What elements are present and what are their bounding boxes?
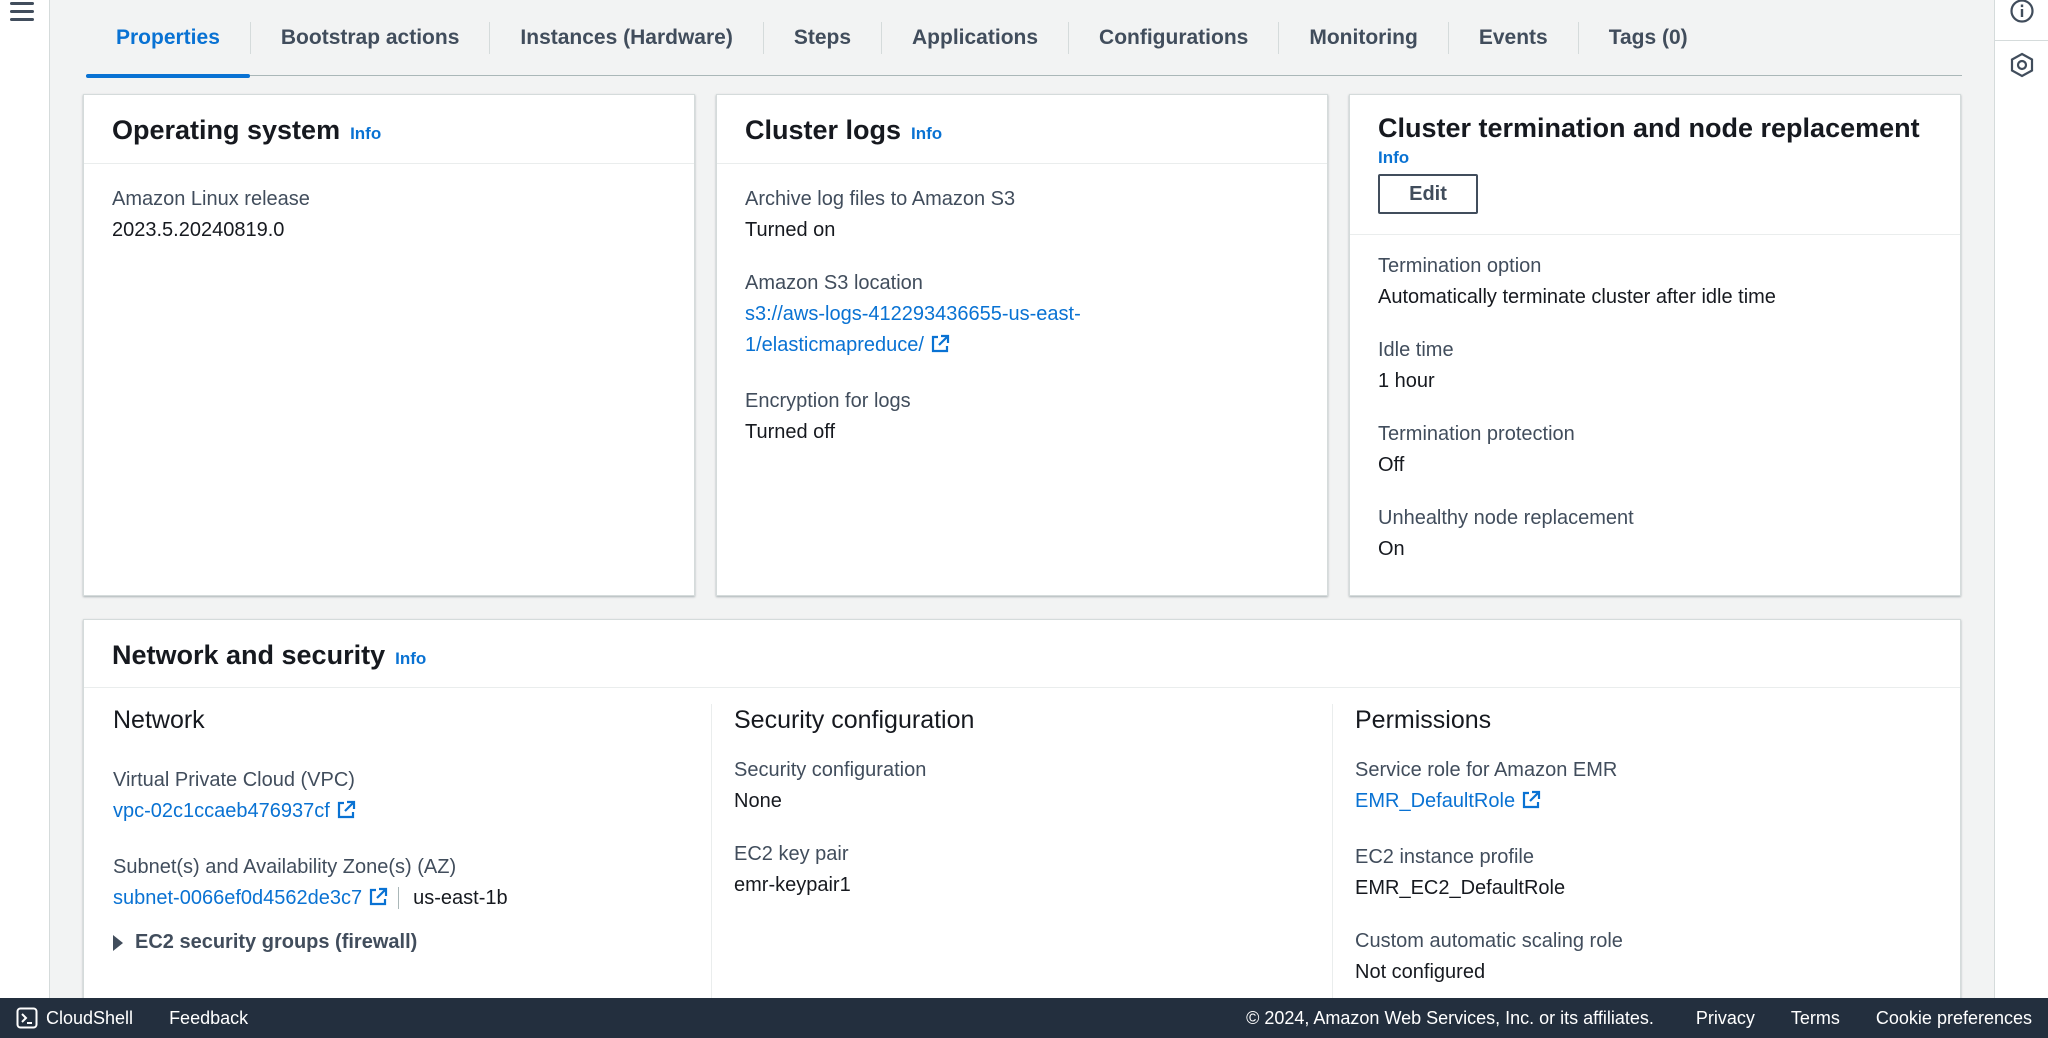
termination-protection-value: Off xyxy=(1378,454,1405,476)
service-role-label: Service role for Amazon EMR xyxy=(1355,759,1618,781)
privacy-link[interactable]: Privacy xyxy=(1696,1008,1755,1029)
tab-events[interactable]: Events xyxy=(1449,0,1578,76)
tab-applications[interactable]: Applications xyxy=(882,0,1068,76)
tab-tags[interactable]: Tags (0) xyxy=(1579,0,1718,76)
cloudshell-label[interactable]: CloudShell xyxy=(46,1008,133,1029)
tools-divider xyxy=(1995,40,2048,41)
security-config-label: Security configuration xyxy=(734,759,927,781)
subnet-label: Subnet(s) and Availability Zone(s) (AZ) xyxy=(113,856,457,878)
security-column: Security configuration Security configur… xyxy=(734,706,1314,923)
cookie-preferences-link[interactable]: Cookie preferences xyxy=(1876,1008,2032,1029)
security-groups-expander[interactable]: EC2 security groups (firewall) xyxy=(113,931,693,954)
s3-location-line2[interactable]: 1/elasticmapreduce/ xyxy=(745,334,924,356)
subnet-link[interactable]: subnet-0066ef0d4562de3c7 xyxy=(113,887,362,909)
info-link[interactable]: Info xyxy=(1378,148,1932,168)
tab-instances[interactable]: Instances (Hardware) xyxy=(490,0,762,76)
encryption-value: Turned off xyxy=(745,421,836,443)
key-pair-value: emr-keypair1 xyxy=(734,874,851,896)
help-panel-icon[interactable] xyxy=(2009,52,2035,78)
permissions-column: Permissions Service role for Amazon EMR … xyxy=(1355,706,1935,1010)
panel-body: Archive log files to Amazon S3 Turned on… xyxy=(717,164,1327,490)
external-link-icon[interactable] xyxy=(336,799,356,830)
console-footer: CloudShell Feedback © 2024, Amazon Web S… xyxy=(0,998,2048,1038)
cluster-termination-panel: Cluster termination and node replacement… xyxy=(1349,94,1961,596)
s3-location-line1[interactable]: s3://aws-logs-412293436655-us-east- xyxy=(745,303,1081,325)
cloudshell-icon xyxy=(16,1007,38,1029)
tab-properties[interactable]: Properties xyxy=(86,0,250,78)
panel-header: Cluster logs Info xyxy=(717,95,1327,164)
info-link[interactable]: Info xyxy=(395,649,426,668)
idle-time-value: 1 hour xyxy=(1378,370,1435,392)
menu-icon[interactable] xyxy=(10,2,34,22)
feedback-link[interactable]: Feedback xyxy=(169,1008,248,1029)
release-label: Amazon Linux release xyxy=(112,188,310,210)
archive-value: Turned on xyxy=(745,219,836,241)
panel-header: Network and security Info xyxy=(84,620,1960,688)
panel-title: Network and security xyxy=(112,640,386,670)
tab-bar: Properties Bootstrap actions Instances (… xyxy=(86,0,1962,78)
operating-system-panel: Operating system Info Amazon Linux releas… xyxy=(83,94,695,596)
network-heading: Network xyxy=(113,706,205,734)
tab-monitoring[interactable]: Monitoring xyxy=(1279,0,1447,76)
idle-time-label: Idle time xyxy=(1378,339,1454,361)
edit-button[interactable]: Edit xyxy=(1378,174,1478,214)
tab-configurations[interactable]: Configurations xyxy=(1069,0,1278,76)
permissions-heading: Permissions xyxy=(1355,706,1492,734)
scaling-role-label: Custom automatic scaling role xyxy=(1355,930,1623,952)
termination-option-value: Automatically terminate cluster after id… xyxy=(1378,286,1776,308)
security-config-value: None xyxy=(734,790,782,812)
vpc-label: Virtual Private Cloud (VPC) xyxy=(113,769,355,791)
security-groups-label[interactable]: EC2 security groups (firewall) xyxy=(135,931,417,954)
release-value: 2023.5.20240819.0 xyxy=(112,219,285,241)
network-security-panel: Network and security Info Network Virtual… xyxy=(83,619,1961,1038)
availability-zone: us-east-1b xyxy=(398,887,508,909)
terms-link[interactable]: Terms xyxy=(1791,1008,1840,1029)
security-heading: Security configuration xyxy=(734,706,975,734)
column-divider xyxy=(1332,704,1333,1034)
s3-location-link[interactable]: s3://aws-logs-412293436655-us-east- 1/el… xyxy=(745,299,1299,364)
service-role-link[interactable]: EMR_DefaultRole xyxy=(1355,790,1515,812)
panel-header: Cluster termination and node replacement… xyxy=(1350,95,1960,235)
panel-title: Cluster logs xyxy=(745,115,902,145)
termination-option-label: Termination option xyxy=(1378,255,1542,277)
right-tools-strip xyxy=(1994,0,2048,998)
tab-steps[interactable]: Steps xyxy=(764,0,881,76)
cloudshell-button[interactable]: CloudShell xyxy=(16,1007,133,1029)
vpc-link[interactable]: vpc-02c1ccaeb476937cf xyxy=(113,800,330,822)
archive-label: Archive log files to Amazon S3 xyxy=(745,188,1016,210)
panel-header: Operating system Info xyxy=(84,95,694,164)
column-divider xyxy=(711,704,712,1034)
main-content: Properties Bootstrap actions Instances (… xyxy=(50,0,1994,1038)
caret-right-icon xyxy=(113,934,123,951)
panel-title: Operating system xyxy=(112,115,341,145)
cluster-logs-panel: Cluster logs Info Archive log files to Am… xyxy=(716,94,1328,596)
unhealthy-node-label: Unhealthy node replacement xyxy=(1378,507,1634,529)
external-link-icon[interactable] xyxy=(930,333,950,364)
panel-body: Amazon Linux release 2023.5.20240819.0 xyxy=(84,164,694,288)
key-pair-label: EC2 key pair xyxy=(734,843,849,865)
left-nav-strip xyxy=(0,0,50,998)
panel-title: Cluster termination and node replacement xyxy=(1378,113,1920,143)
external-link-icon[interactable] xyxy=(1521,789,1541,820)
network-column: Network Virtual Private Cloud (VPC) vpc-… xyxy=(113,706,693,954)
instance-profile-value: EMR_EC2_DefaultRole xyxy=(1355,877,1566,899)
termination-protection-label: Termination protection xyxy=(1378,423,1575,445)
info-icon[interactable] xyxy=(2009,0,2035,24)
panel-body: Termination option Automatically termina… xyxy=(1350,235,1960,607)
info-link[interactable]: Info xyxy=(350,124,381,143)
s3-location-label: Amazon S3 location xyxy=(745,272,923,294)
encryption-label: Encryption for logs xyxy=(745,390,911,412)
info-link[interactable]: Info xyxy=(911,124,942,143)
scaling-role-value: Not configured xyxy=(1355,961,1486,983)
tab-bootstrap-actions[interactable]: Bootstrap actions xyxy=(251,0,490,76)
copyright-text: © 2024, Amazon Web Services, Inc. or its… xyxy=(1246,1007,1654,1028)
instance-profile-label: EC2 instance profile xyxy=(1355,846,1534,868)
unhealthy-node-value: On xyxy=(1378,538,1405,560)
external-link-icon[interactable] xyxy=(368,886,388,917)
